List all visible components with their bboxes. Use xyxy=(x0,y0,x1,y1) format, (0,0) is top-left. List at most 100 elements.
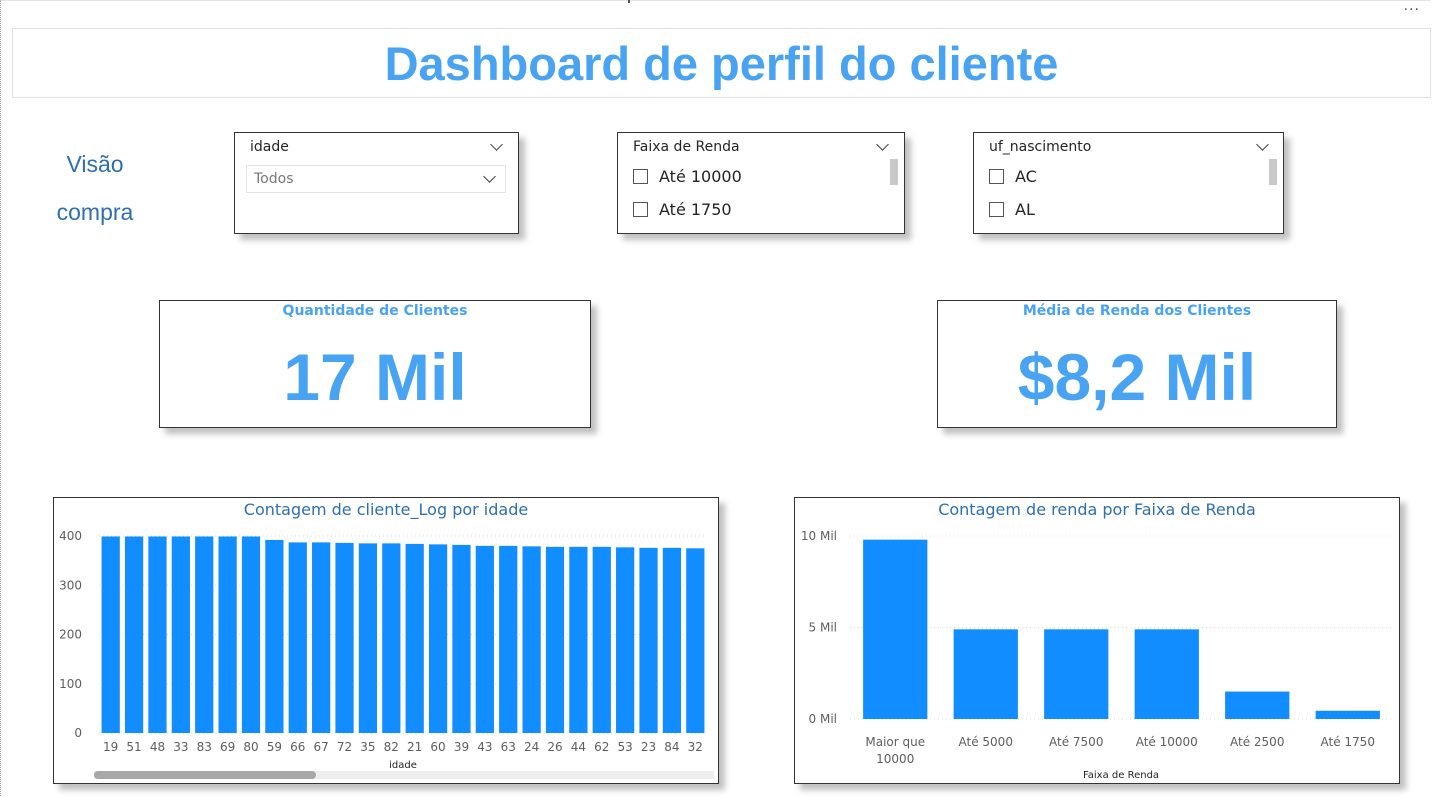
x-tick-label: 19 xyxy=(103,740,118,754)
bar[interactable] xyxy=(569,546,588,733)
x-tick-label: Até 7500 xyxy=(1049,735,1103,749)
bar[interactable] xyxy=(522,546,541,733)
card-title: Quantidade de Clientes xyxy=(282,303,468,319)
title-box: Dashboard de perfil do cliente xyxy=(12,28,1431,98)
x-tick-label: 35 xyxy=(360,740,375,754)
chart-faixa-renda[interactable]: Contagem de renda por Faixa de Renda 0 M… xyxy=(794,497,1400,784)
bar[interactable] xyxy=(452,544,471,733)
canvas-top-marker xyxy=(628,0,630,3)
chevron-down-icon xyxy=(483,170,496,183)
y-tick-label: 0 xyxy=(74,726,82,740)
uf-option[interactable]: AC xyxy=(989,165,1037,187)
x-tick-label: Até 2500 xyxy=(1230,735,1284,749)
bar[interactable] xyxy=(1134,629,1199,719)
x-tick-label: 66 xyxy=(290,740,305,754)
y-tick-label: 5 Mil xyxy=(809,621,837,635)
x-tick-label: Maior que 10000 xyxy=(865,735,925,766)
card-value: 17 Mil xyxy=(283,340,467,414)
bar[interactable] xyxy=(358,543,378,733)
x-tick-label: 84 xyxy=(664,740,679,754)
checkbox-icon[interactable] xyxy=(989,168,1004,184)
bar[interactable] xyxy=(405,543,424,733)
chevron-down-icon[interactable] xyxy=(490,138,503,151)
bar[interactable] xyxy=(953,629,1018,719)
slicer-scrollbar[interactable] xyxy=(890,159,898,185)
slicer-scrollbar[interactable] xyxy=(1269,159,1277,185)
bar[interactable] xyxy=(124,536,144,733)
bar[interactable] xyxy=(545,546,565,733)
x-tick-label: 24 xyxy=(524,740,539,754)
x-tick-label: 53 xyxy=(618,740,633,754)
bar[interactable] xyxy=(499,545,518,733)
bar[interactable] xyxy=(382,543,401,733)
x-tick-label: 21 xyxy=(407,740,422,754)
y-tick-label: 0 Mil xyxy=(809,712,837,726)
bar[interactable] xyxy=(288,542,307,733)
chart-idade-plot[interactable]: 0 100 200 300 400 19 51 48 33 83 69 80 59 66 67 72 35 82 2… xyxy=(54,498,718,783)
chart-scrollbar-thumb[interactable] xyxy=(94,771,316,779)
x-tick-label: Até 5000 xyxy=(959,735,1013,749)
chevron-down-icon[interactable] xyxy=(876,138,889,151)
bar[interactable] xyxy=(863,539,928,719)
page-title: Dashboard de perfil do cliente xyxy=(384,36,1059,90)
y-tick-label: 400 xyxy=(59,529,82,543)
bar[interactable] xyxy=(218,536,237,733)
uf-option-label: AC xyxy=(1015,166,1037,186)
checkbox-icon[interactable] xyxy=(989,201,1004,217)
x-tick-label: 26 xyxy=(547,740,562,754)
uf-option-label: AL xyxy=(1015,199,1035,219)
x-tick-label: 23 xyxy=(641,740,656,754)
bar[interactable] xyxy=(1315,710,1380,719)
card-quantidade-clientes: Quantidade de Clientes 17 Mil xyxy=(159,300,591,428)
y-tick-label: 300 xyxy=(59,578,82,592)
bar[interactable] xyxy=(592,546,611,733)
idade-dropdown[interactable]: Todos xyxy=(246,165,506,193)
chevron-down-icon[interactable] xyxy=(1256,138,1269,151)
bar[interactable] xyxy=(101,536,120,733)
faixa-option[interactable]: Até 10000 xyxy=(633,165,742,187)
bar[interactable] xyxy=(639,547,658,733)
idade-dropdown-value: Todos xyxy=(254,171,294,187)
more-options-icon[interactable]: ··· xyxy=(1404,3,1420,17)
card-title: Média de Renda dos Clientes xyxy=(1022,303,1252,319)
x-tick-label: 48 xyxy=(150,740,165,754)
bar[interactable] xyxy=(616,547,635,733)
bar[interactable] xyxy=(335,542,354,733)
slicer-faixa-renda[interactable]: Faixa de Renda Até 10000 Até 1750 xyxy=(617,132,905,234)
slicer-uf-title: uf_nascimento xyxy=(989,139,1092,155)
x-tick-label: 51 xyxy=(126,740,141,754)
bar[interactable] xyxy=(312,542,331,733)
x-tick-label: 82 xyxy=(384,740,399,754)
checkbox-icon[interactable] xyxy=(633,201,648,217)
x-tick-label: 32 xyxy=(688,740,703,754)
slicer-uf-nascimento[interactable]: uf_nascimento AC AL xyxy=(973,132,1284,234)
faixa-option[interactable]: Até 1750 xyxy=(633,198,732,220)
x-tick-label: 60 xyxy=(430,740,445,754)
bar[interactable] xyxy=(265,539,284,733)
bar[interactable] xyxy=(171,536,190,733)
x-tick-label: 63 xyxy=(501,740,516,754)
slicer-idade[interactable]: idade Todos xyxy=(234,132,519,234)
x-tick-label: 83 xyxy=(197,740,212,754)
bar[interactable] xyxy=(148,536,167,733)
x-axis-title: Faixa de Renda xyxy=(1083,770,1159,781)
x-tick-label: 80 xyxy=(243,740,258,754)
bar[interactable] xyxy=(195,536,214,733)
x-tick-label: 67 xyxy=(314,740,329,754)
x-tick-label: Até 10000 xyxy=(1136,735,1198,749)
bar[interactable] xyxy=(1044,629,1109,719)
uf-option[interactable]: AL xyxy=(989,198,1035,220)
y-tick-label: 10 Mil xyxy=(801,529,837,543)
bar[interactable] xyxy=(428,544,448,733)
y-tick-label: 200 xyxy=(59,628,82,642)
x-tick-label: 62 xyxy=(594,740,609,754)
bar[interactable] xyxy=(686,548,705,733)
bar[interactable] xyxy=(241,536,261,733)
bar[interactable] xyxy=(1225,691,1290,719)
x-tick-label: 72 xyxy=(337,740,352,754)
bar[interactable] xyxy=(662,547,682,733)
chart-idade[interactable]: Contagem de cliente_Log por idade 0 100 20… xyxy=(53,497,719,784)
chart-faixa-plot[interactable]: 0 Mil 5 Mil 10 Mil Maior que 10000 Até 5000 At… xyxy=(795,498,1399,783)
checkbox-icon[interactable] xyxy=(633,168,648,184)
bar[interactable] xyxy=(475,545,494,733)
